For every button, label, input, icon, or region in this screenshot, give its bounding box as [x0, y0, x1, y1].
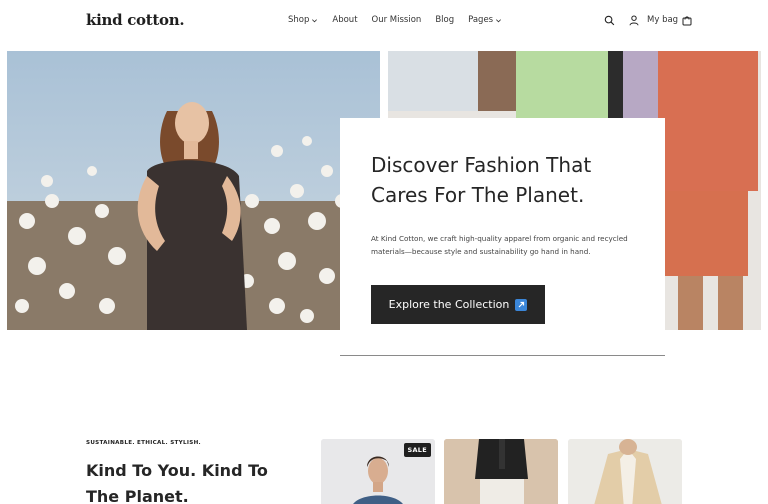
chevron-down-icon — [312, 18, 318, 22]
sale-badge: SALE — [403, 443, 431, 457]
nav-label: About — [332, 15, 358, 25]
main-nav: Shop About Our Mission Blog Pages — [288, 15, 516, 25]
hero-title: Discover Fashion That Cares For The Plan… — [371, 153, 592, 207]
account-icon[interactable] — [628, 14, 640, 26]
nav-item-pages[interactable]: Pages — [468, 15, 502, 25]
product-card[interactable] — [568, 439, 682, 504]
explore-collection-button[interactable]: Explore the Collection — [371, 285, 545, 324]
search-icon[interactable] — [603, 14, 615, 26]
site-header: kind cotton. Shop About Our Mission Blog… — [0, 0, 768, 44]
chevron-down-icon — [496, 18, 502, 22]
product-card[interactable]: SALE — [321, 439, 435, 504]
brand-logo[interactable]: kind cotton. — [86, 11, 185, 29]
bag-icon[interactable] — [681, 14, 693, 26]
header-actions: My bag — [603, 14, 693, 26]
nav-label: Shop — [288, 15, 310, 25]
hero-card: Discover Fashion That Cares For The Plan… — [340, 118, 665, 355]
external-link-icon — [515, 298, 528, 311]
nav-item-our-mission[interactable]: Our Mission — [372, 15, 422, 25]
nav-label: Blog — [435, 15, 455, 25]
divider — [340, 355, 665, 356]
nav-item-shop[interactable]: Shop — [288, 15, 318, 25]
product-card[interactable] — [444, 439, 558, 504]
nav-item-blog[interactable]: Blog — [435, 15, 454, 25]
nav-label: Our Mission — [371, 15, 422, 25]
nav-label: Pages — [468, 15, 494, 25]
section-title: Kind To You. Kind To The Planet. — [86, 461, 268, 504]
nav-item-about[interactable]: About — [332, 15, 357, 25]
button-label: Explore the Collection — [388, 298, 510, 311]
bag-label[interactable]: My bag — [647, 15, 678, 25]
section-kicker: SUSTAINABLE. ETHICAL. STYLISH. — [86, 440, 201, 446]
hero-description: At Kind Cotton, we craft high-quality ap… — [371, 234, 628, 256]
hero-image-cotton-field — [7, 51, 380, 330]
